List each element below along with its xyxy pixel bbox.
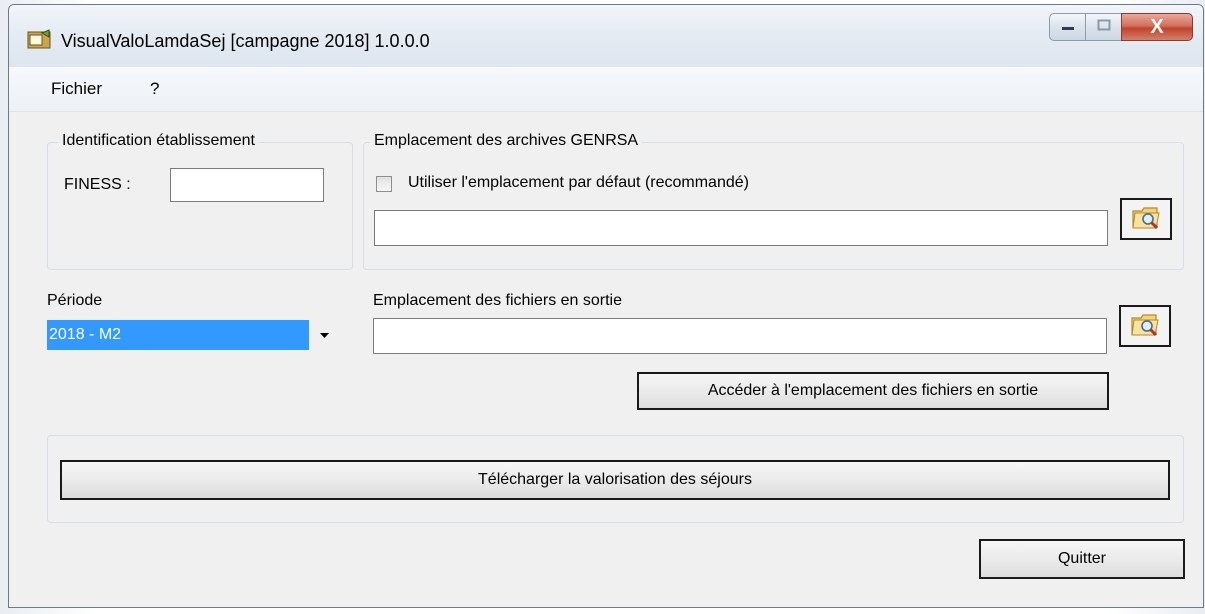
archives-legend: Emplacement des archives GENRSA	[370, 132, 643, 150]
window-title: VisualValoLamdaSej [campagne 2018] 1.0.0…	[61, 31, 430, 51]
sortie-path-input[interactable]	[373, 318, 1107, 354]
menu-help[interactable]: ?	[150, 79, 159, 99]
window-controls: X	[1049, 13, 1193, 43]
sortie-browse-button[interactable]	[1119, 305, 1171, 347]
dropdown-arrow-icon	[319, 330, 329, 341]
sortie-label: Emplacement des fichiers en sortie	[373, 292, 622, 309]
download-group: Télécharger la valorisation des séjours	[47, 435, 1184, 523]
archives-path-input[interactable]	[374, 210, 1108, 246]
maximize-button[interactable]	[1085, 13, 1121, 41]
download-valorisation-button[interactable]: Télécharger la valorisation des séjours	[60, 460, 1170, 500]
folder-search-icon	[1131, 203, 1161, 236]
close-icon: X	[1150, 15, 1164, 38]
default-location-checkbox[interactable]	[376, 176, 392, 192]
folder-search-icon	[1130, 310, 1160, 343]
close-button[interactable]: X	[1121, 13, 1193, 41]
open-output-location-button[interactable]: Accéder à l'emplacement des fichiers en …	[637, 372, 1109, 410]
archives-group: Emplacement des archives GENRSA Utiliser…	[363, 132, 1184, 270]
periode-dropdown-button[interactable]	[309, 320, 339, 350]
menu-bar: Fichier ?	[9, 67, 1203, 112]
title-bar[interactable]: VisualValoLamdaSej [campagne 2018] 1.0.0…	[9, 5, 1203, 67]
minimize-button[interactable]	[1049, 13, 1085, 41]
finess-label: FINESS :	[64, 176, 131, 193]
identification-legend: Identification établissement	[58, 132, 259, 150]
finess-input[interactable]	[170, 168, 324, 202]
quit-button[interactable]: Quitter	[979, 539, 1185, 579]
maximize-icon	[1097, 18, 1111, 36]
periode-select[interactable]: 2018 - M2	[47, 320, 339, 350]
minimize-icon	[1061, 18, 1075, 36]
menu-fichier[interactable]: Fichier	[51, 79, 102, 99]
app-window: VisualValoLamdaSej [campagne 2018] 1.0.0…	[8, 4, 1204, 608]
default-location-label[interactable]: Utiliser l'emplacement par défaut (recom…	[408, 174, 749, 192]
periode-label: Période	[47, 292, 103, 309]
app-window-icon[interactable]	[27, 29, 51, 49]
identification-group: Identification établissement FINESS :	[47, 132, 353, 270]
periode-selected-value[interactable]: 2018 - M2	[47, 320, 309, 350]
archives-browse-button[interactable]	[1120, 198, 1172, 240]
